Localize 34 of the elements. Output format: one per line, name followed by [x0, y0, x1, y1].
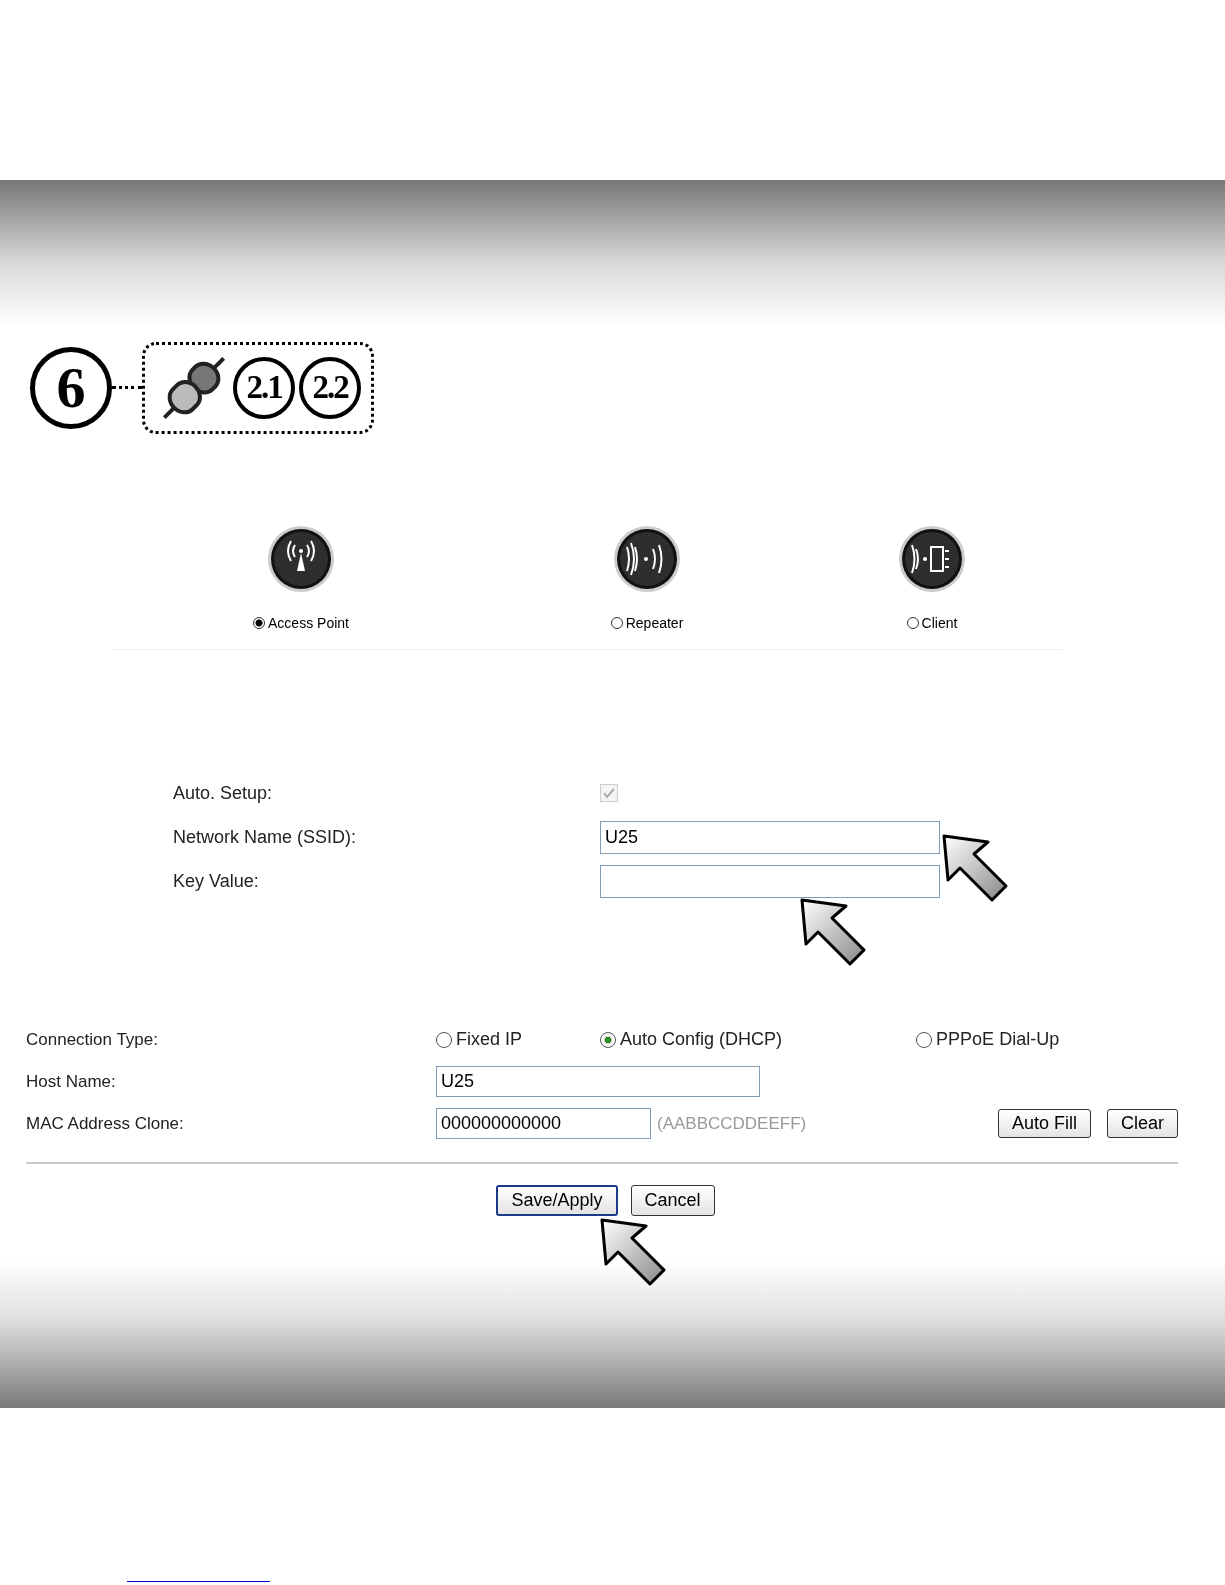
field-label: MAC Address Clone:: [26, 1113, 185, 1134]
antenna-tower-icon: [267, 525, 335, 593]
radio-button[interactable]: [916, 1031, 933, 1048]
cancel-button[interactable]: Cancel: [630, 1185, 715, 1216]
button[interactable]: Auto Fill: [997, 1109, 1091, 1138]
radio-button[interactable]: [600, 1031, 617, 1048]
option-label: Fixed IP: [456, 1029, 523, 1050]
step-reference: 2.2: [299, 356, 361, 419]
input-field[interactable]: 000000000000: [436, 1108, 651, 1139]
field-label: Key Value:: [173, 870, 260, 892]
step-number: 6: [30, 346, 112, 429]
mode-label: Client: [921, 615, 958, 631]
signal-waves-icon: [613, 525, 681, 593]
mode-label: Access Point: [268, 615, 349, 631]
radio-button[interactable]: [253, 617, 266, 629]
input-field[interactable]: U25: [600, 820, 940, 854]
input-field[interactable]: U25: [436, 1066, 760, 1097]
input-field[interactable]: [600, 864, 940, 898]
mode-label: Repeater: [625, 615, 684, 631]
format-hint: (AABBCCDDEEFF): [657, 1113, 807, 1134]
field-label: Connection Type:: [26, 1029, 159, 1050]
device-signal-icon: [898, 525, 966, 593]
option-label: Auto Config (DHCP): [620, 1029, 783, 1050]
pointer-arrow-icon: [800, 898, 868, 968]
field-label: Network Name (SSID):: [173, 826, 358, 848]
option-label: PPPoE Dial-Up: [936, 1029, 1060, 1050]
field-label: Host Name:: [26, 1071, 117, 1092]
step-reference: 2.1: [233, 356, 295, 419]
pointer-arrow-icon: [600, 1218, 668, 1288]
button[interactable]: Clear: [1107, 1109, 1178, 1138]
save-button[interactable]: Save/Apply: [496, 1185, 618, 1216]
field-label: Auto. Setup:: [173, 782, 274, 804]
radio-button[interactable]: [436, 1031, 452, 1048]
pointer-arrow-icon: [942, 834, 1010, 904]
